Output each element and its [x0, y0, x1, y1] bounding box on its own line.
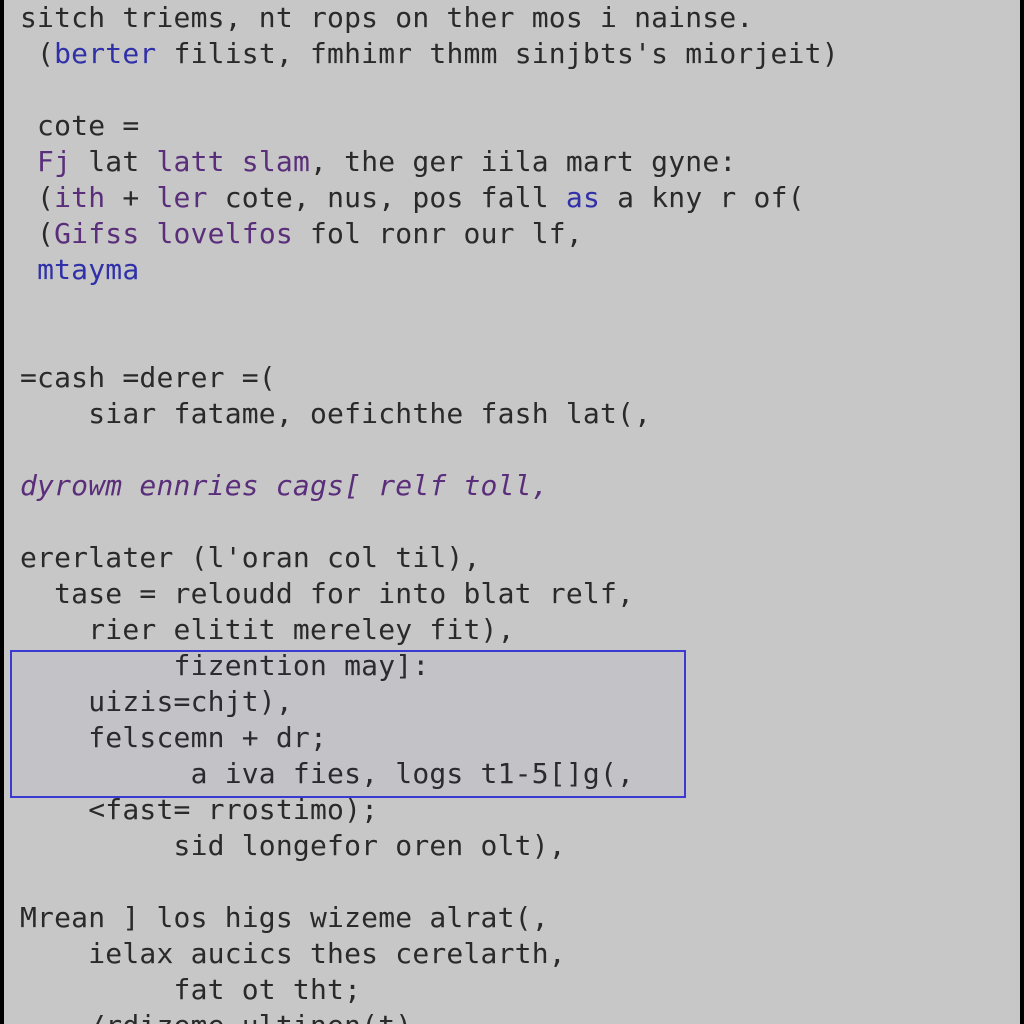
code-line[interactable]: sitch triems, nt rops on ther mos i nain…	[20, 1, 753, 34]
code-line[interactable]: ielax aucics thes cerelarth,	[20, 937, 566, 970]
code-token: filist, fmhimr thmm sinjbts's miorjeit)	[156, 37, 838, 70]
code-token: <fast= rrostimo);	[20, 793, 378, 826]
code-token: cote, nus, pos fall	[208, 181, 566, 214]
code-line[interactable]: siar fatame, oefichthe fash lat(,	[20, 397, 651, 430]
code-token: uizis=chjt),	[20, 685, 293, 718]
code-line[interactable]: tase = reloudd for into blat relf,	[20, 577, 634, 610]
code-line[interactable]: (berter filist, fmhimr thmm sinjbts's mi…	[20, 37, 839, 70]
code-token: (	[20, 37, 54, 70]
code-line[interactable]: Mrean ] los higs wizeme alrat(,	[20, 901, 549, 934]
code-line[interactable]: rier elitit mereley fit),	[20, 613, 515, 646]
code-line[interactable]: fat ot tht;	[20, 973, 361, 1006]
code-token: ielax aucics thes cerelarth,	[20, 937, 566, 970]
code-token: berter	[54, 37, 156, 70]
code-token: Fj	[20, 145, 71, 178]
code-line[interactable]: dyrowm ennries cags[ relf toll,	[20, 469, 549, 502]
code-token: (	[20, 181, 54, 214]
code-token: , the ger iila mart gyne:	[310, 145, 736, 178]
code-token: =cash =derer =(	[20, 361, 276, 394]
code-token: felscemn + dr;	[20, 721, 327, 754]
code-line[interactable]: sid longefor oren olt),	[20, 829, 566, 862]
code-token: cote =	[20, 109, 139, 142]
code-token: Gifss lovelfos	[54, 217, 293, 250]
code-token: rier elitit mereley fit),	[20, 613, 515, 646]
code-token: ererlater (l'oran col til),	[20, 541, 481, 574]
code-token: fat ot tht;	[20, 973, 361, 1006]
code-token: Mrean ] los higs wizeme alrat(,	[20, 901, 549, 934]
code-token	[20, 253, 37, 286]
code-line[interactable]: ererlater (l'oran col til),	[20, 541, 481, 574]
code-token: a kny r of(	[600, 181, 805, 214]
code-token: ler	[157, 181, 208, 214]
code-token: as	[566, 181, 600, 214]
code-token: (	[20, 217, 54, 250]
code-line[interactable]: (Gifss lovelfos fol ronr our lf,	[20, 217, 583, 250]
code-token: mtayma	[37, 253, 139, 286]
code-line[interactable]: (ith + ler cote, nus, pos fall as a kny …	[20, 181, 805, 214]
code-token: +	[105, 181, 156, 214]
code-line[interactable]: a iva fies, logs t1-5[]g(,	[20, 757, 634, 790]
code-token: siar fatame, oefichthe fash lat(,	[20, 397, 651, 430]
code-line[interactable]: uizis=chjt),	[20, 685, 293, 718]
code-token: fol ronr our lf,	[293, 217, 583, 250]
code-line[interactable]: felscemn + dr;	[20, 721, 327, 754]
code-line[interactable]: fizention may]:	[20, 649, 429, 682]
code-token: a iva fies, logs t1-5[]g(,	[20, 757, 634, 790]
code-token: /rdizeme ultinen(t)	[20, 1009, 412, 1024]
code-editor[interactable]: sitch triems, nt rops on ther mos i nain…	[0, 0, 1024, 1024]
code-token: dyrowm ennries cags[ relf toll,	[20, 469, 549, 502]
code-token: lat	[71, 145, 156, 178]
code-token: sitch triems, nt rops on ther mos i nain…	[20, 1, 753, 34]
code-line[interactable]: /rdizeme ultinen(t)	[20, 1009, 412, 1024]
code-line[interactable]: cote =	[20, 109, 139, 142]
code-token: tase = reloudd for into blat relf,	[20, 577, 634, 610]
code-line[interactable]: mtayma	[20, 253, 139, 286]
code-token: fizention may]:	[20, 649, 429, 682]
code-surface[interactable]: sitch triems, nt rops on ther mos i nain…	[4, 0, 1020, 1024]
code-token: ith	[54, 181, 105, 214]
code-line[interactable]: =cash =derer =(	[20, 361, 276, 394]
code-line[interactable]: Fj lat latt slam, the ger iila mart gyne…	[20, 145, 736, 178]
code-line[interactable]: <fast= rrostimo);	[20, 793, 378, 826]
code-token: sid longefor oren olt),	[20, 829, 566, 862]
code-token: latt slam	[156, 145, 310, 178]
